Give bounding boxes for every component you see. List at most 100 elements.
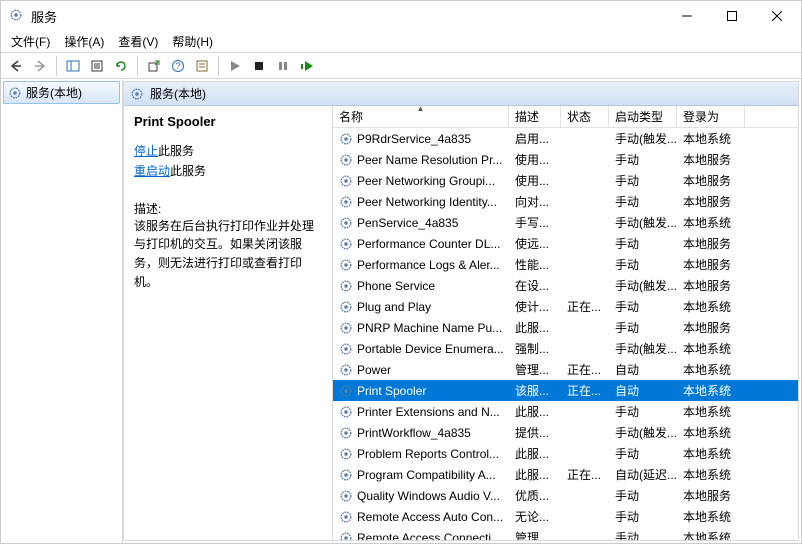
table-row[interactable]: Portable Device Enumera...强制...手动(触发...本… xyxy=(333,338,798,359)
toolbar: ? xyxy=(1,53,801,79)
menu-view[interactable]: 查看(V) xyxy=(112,31,164,52)
table-row[interactable]: Performance Counter DL...使远...手动本地服务 xyxy=(333,233,798,254)
maximize-button[interactable] xyxy=(709,2,754,30)
cell-desc: 优质... xyxy=(509,487,561,504)
service-name: Remote Access Auto Con... xyxy=(357,510,503,524)
col-name[interactable]: 名称 ▲ xyxy=(333,106,509,127)
start-service-button[interactable] xyxy=(224,55,246,77)
gear-icon xyxy=(339,468,353,482)
cell-logon: 本地服务 xyxy=(677,193,745,210)
cell-logon: 本地服务 xyxy=(677,277,745,294)
cell-startup: 手动 xyxy=(609,529,677,540)
cell-desc: 管理... xyxy=(509,529,561,540)
refresh-button[interactable] xyxy=(110,55,132,77)
filter-button[interactable] xyxy=(191,55,213,77)
table-row[interactable]: Peer Networking Identity...向对...手动本地服务 xyxy=(333,191,798,212)
menu-help[interactable]: 帮助(H) xyxy=(166,31,219,52)
cell-startup: 手动 xyxy=(609,256,677,273)
table-row[interactable]: Printer Extensions and N...此服...手动本地系统 xyxy=(333,401,798,422)
service-name: Peer Networking Groupi... xyxy=(357,174,495,188)
toolbar-separator xyxy=(137,56,138,76)
service-name: Plug and Play xyxy=(357,300,431,314)
export-button[interactable] xyxy=(143,55,165,77)
cell-status: 正在... xyxy=(561,361,609,378)
table-row[interactable]: Phone Service在设...手动(触发...本地服务 xyxy=(333,275,798,296)
cell-status: 正在... xyxy=(561,382,609,399)
help-button[interactable]: ? xyxy=(167,55,189,77)
col-logon[interactable]: 登录为 xyxy=(677,106,745,127)
close-button[interactable] xyxy=(754,2,799,30)
gear-icon xyxy=(339,132,353,146)
gear-icon xyxy=(339,531,353,541)
detail-desc-label: 描述: xyxy=(134,200,322,217)
menu-file[interactable]: 文件(F) xyxy=(5,31,56,52)
cell-startup: 手动 xyxy=(609,235,677,252)
show-hide-tree-button[interactable] xyxy=(62,55,84,77)
cell-startup: 手动 xyxy=(609,151,677,168)
col-desc[interactable]: 描述 xyxy=(509,106,561,127)
cell-logon: 本地系统 xyxy=(677,508,745,525)
cell-name: Peer Networking Identity... xyxy=(333,195,509,209)
cell-logon: 本地系统 xyxy=(677,361,745,378)
stop-service-link[interactable]: 停止 xyxy=(134,144,158,158)
service-name: PrintWorkflow_4a835 xyxy=(357,426,471,440)
table-row[interactable]: Remote Access Connecti...管理... 手动本地系统 xyxy=(333,527,798,540)
gear-icon xyxy=(339,279,353,293)
cell-name: Performance Logs & Aler... xyxy=(333,258,509,272)
cell-startup: 手动(触发... xyxy=(609,424,677,441)
cell-desc: 无论... xyxy=(509,508,561,525)
cell-desc: 此服... xyxy=(509,319,561,336)
table-row[interactable]: PrintWorkflow_4a835提供...手动(触发...本地系统 xyxy=(333,422,798,443)
menu-action[interactable]: 操作(A) xyxy=(58,31,110,52)
gear-icon xyxy=(339,426,353,440)
table-row[interactable]: Problem Reports Control...此服...手动本地系统 xyxy=(333,443,798,464)
table-row[interactable]: PenService_4a835手写...手动(触发...本地系统 xyxy=(333,212,798,233)
cell-name: P9RdrService_4a835 xyxy=(333,132,509,146)
service-name: Printer Extensions and N... xyxy=(357,405,500,419)
cell-startup: 手动 xyxy=(609,487,677,504)
restart-service-button[interactable] xyxy=(296,55,318,77)
table-row[interactable]: Plug and Play使计...正在...手动本地系统 xyxy=(333,296,798,317)
gear-icon xyxy=(339,300,353,314)
detail-desc: 该服务在后台执行打印作业并处理与打印机的交互。如果关闭该服务，则无法进行打印或查… xyxy=(134,217,322,291)
stop-service-button[interactable] xyxy=(248,55,270,77)
cell-logon: 本地系统 xyxy=(677,466,745,483)
gear-icon xyxy=(339,363,353,377)
cell-status: 正在... xyxy=(561,466,609,483)
service-name: Peer Networking Identity... xyxy=(357,195,497,209)
restart-service-link[interactable]: 重启动 xyxy=(134,164,170,178)
table-row[interactable]: Peer Name Resolution Pr...使用...手动本地服务 xyxy=(333,149,798,170)
cell-logon: 本地系统 xyxy=(677,529,745,540)
table-row[interactable]: Print Spooler该服...正在...自动本地系统 xyxy=(333,380,798,401)
gear-icon xyxy=(130,87,144,101)
cell-logon: 本地服务 xyxy=(677,172,745,189)
table-row[interactable]: Remote Access Auto Con... 无论... 手动本地系统 xyxy=(333,506,798,527)
pause-service-button[interactable] xyxy=(272,55,294,77)
table-row[interactable]: Performance Logs & Aler...性能...手动本地服务 xyxy=(333,254,798,275)
forward-button[interactable] xyxy=(29,55,51,77)
cell-desc: 使用... xyxy=(509,151,561,168)
service-name: Print Spooler xyxy=(357,384,426,398)
body: 服务(本地) 服务(本地) Print Spooler 停止此服务 xyxy=(1,79,801,543)
cell-name: PNRP Machine Name Pu... xyxy=(333,321,509,335)
table-row[interactable]: Peer Networking Groupi...使用...手动本地服务 xyxy=(333,170,798,191)
col-startup[interactable]: 启动类型 xyxy=(609,106,677,127)
table-row[interactable]: PNRP Machine Name Pu...此服...手动本地服务 xyxy=(333,317,798,338)
cell-logon: 本地系统 xyxy=(677,214,745,231)
toolbar-separator xyxy=(218,56,219,76)
col-status[interactable]: 状态 xyxy=(561,106,609,127)
table-row[interactable]: P9RdrService_4a835启用...手动(触发...本地系统 xyxy=(333,128,798,149)
table-row[interactable]: Quality Windows Audio V...优质...手动本地服务 xyxy=(333,485,798,506)
cell-name: Remote Access Connecti... xyxy=(333,531,509,541)
back-button[interactable] xyxy=(5,55,27,77)
detail-links: 停止此服务 重启动此服务 xyxy=(134,141,322,182)
properties-button[interactable] xyxy=(86,55,108,77)
cell-startup: 手动 xyxy=(609,508,677,525)
service-name: Peer Name Resolution Pr... xyxy=(357,153,502,167)
minimize-button[interactable] xyxy=(664,2,709,30)
tree-item-services-local[interactable]: 服务(本地) xyxy=(3,81,120,104)
cell-desc: 启用... xyxy=(509,130,561,147)
table-row[interactable]: Program Compatibility A...此服...正在...自动(延… xyxy=(333,464,798,485)
table-row[interactable]: Power管理...正在...自动本地系统 xyxy=(333,359,798,380)
cell-name: Performance Counter DL... xyxy=(333,237,509,251)
